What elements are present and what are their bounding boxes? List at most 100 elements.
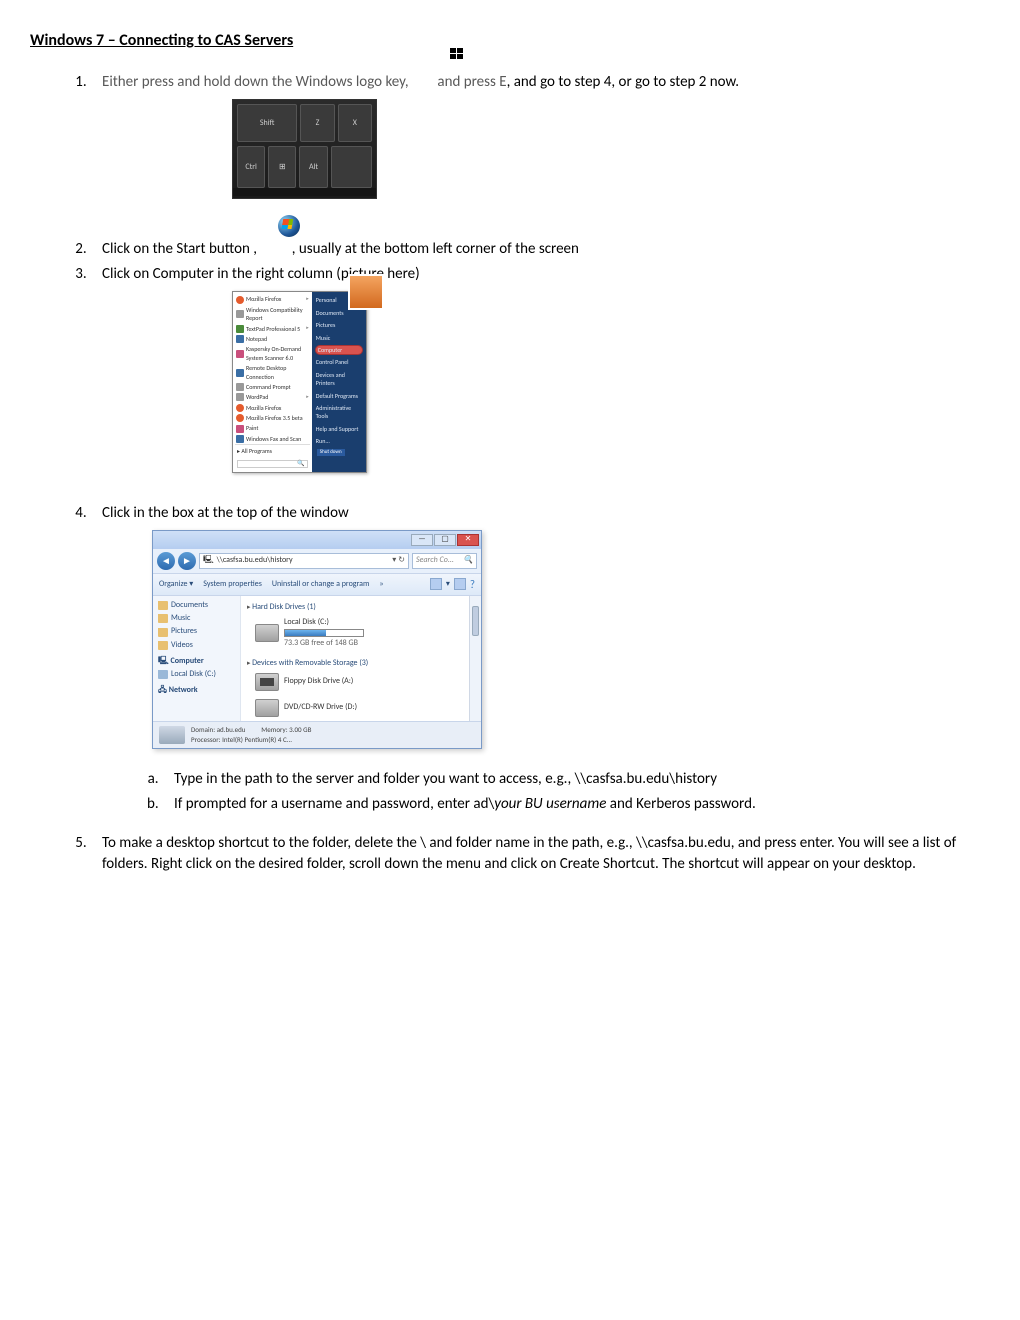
keyboard-photo: Shift Z X Ctrl ⊞ Alt	[232, 99, 377, 199]
search-placeholder: Search Co...	[416, 555, 454, 566]
windows-logo-icon	[450, 48, 464, 60]
computer-large-icon	[159, 726, 185, 744]
key-alt: Alt	[299, 146, 327, 188]
nav-row: ◄ ► 🖳 \\casfsa.bu.edu\history ▾↻ Search …	[153, 549, 481, 574]
window-chrome: — ▢ ✕	[153, 531, 481, 549]
nav-item[interactable]: Music	[155, 612, 238, 625]
computer-icon: 🖳	[203, 555, 214, 566]
start-menu-item: Music	[315, 332, 363, 344]
step-3: Click on Computer in the right column (p…	[90, 264, 990, 472]
view-dropdown-icon[interactable]: ▾	[446, 579, 450, 590]
drive-free-space: 73.3 GB free of 148 GB	[284, 638, 364, 649]
nav-item[interactable]: Local Disk (C:)	[155, 668, 238, 681]
start-menu-program: Windows Compatibility Report	[235, 305, 310, 324]
drive-dvd[interactable]: DVD/CD-RW Drive (D:)	[247, 697, 475, 723]
start-menu-item: Devices and Printers	[315, 369, 363, 390]
start-menu-program: TextPad Professional 5▸	[235, 324, 310, 334]
key-space	[331, 146, 372, 188]
hdd-icon	[255, 624, 279, 642]
start-menu-program: Paint	[235, 423, 310, 433]
start-menu-program: Notepad	[235, 334, 310, 344]
search-icon: 🔍	[463, 555, 473, 566]
step-4b: If prompted for a username and password,…	[162, 794, 990, 815]
step-2: Click on the Start button , , usually at…	[90, 239, 990, 260]
start-menu-item: Administrative Tools	[315, 402, 363, 423]
drive-label: Local Disk (C:)	[284, 617, 364, 628]
step-4b-post: and Kerberos password.	[606, 795, 755, 813]
drive-local-c[interactable]: Local Disk (C:) 73.3 GB free of 148 GB	[247, 615, 475, 655]
key-shift: Shift	[237, 104, 297, 142]
scrollbar-thumb[interactable]	[472, 606, 479, 636]
refresh-icon[interactable]: ↻	[398, 555, 405, 566]
floppy-icon	[255, 673, 279, 691]
start-menu-search: 🔍	[237, 460, 308, 468]
start-menu-computer-highlighted: Computer	[315, 345, 363, 355]
step-4a-text: Type in the path to the server and folde…	[174, 770, 575, 788]
main-steps-list: Either press and hold down the Windows l…	[30, 72, 990, 874]
help-icon[interactable]: ?	[470, 577, 475, 592]
preview-pane-icon[interactable]	[454, 578, 466, 590]
step-1: Either press and hold down the Windows l…	[90, 72, 990, 199]
drive-usage-bar	[284, 629, 364, 637]
start-menu-item: Help and Support	[315, 423, 363, 435]
key-ctrl: Ctrl	[237, 146, 265, 188]
organize-menu[interactable]: Organize ▾	[159, 579, 193, 590]
start-menu-screenshot: Mozilla Firefox▸ Windows Compatibility R…	[232, 291, 367, 472]
nav-header-network[interactable]: 🖧 Network	[155, 683, 238, 697]
start-menu-program: WordPad▸	[235, 392, 310, 402]
start-menu-program: Kaspersky On-Demand System Scanner 6.0	[235, 344, 310, 363]
nav-item[interactable]: Pictures	[155, 625, 238, 638]
content-pane: Hard Disk Drives (1) Local Disk (C:) 73.…	[241, 596, 481, 721]
start-menu-item: Default Programs	[315, 390, 363, 402]
uninstall-program-button[interactable]: Uninstall or change a program	[272, 579, 370, 590]
path-example: \\casfsa.bu.edu\history	[575, 770, 717, 788]
drive-label: Floppy Disk Drive (A:)	[284, 676, 353, 687]
step-5: To make a desktop shortcut to the folder…	[90, 833, 990, 875]
step-1-text-post: , and go to step 4, or go to step 2 now.	[507, 73, 740, 91]
start-menu-right-pane: Personal Documents Pictures Music Comput…	[312, 292, 366, 471]
step-4a: Type in the path to the server and folde…	[162, 769, 990, 790]
step-5-text: To make a desktop shortcut to the folder…	[102, 834, 956, 873]
minimize-button[interactable]: —	[411, 534, 433, 546]
nav-pane: Documents Music Pictures Videos 🖳 Comput…	[153, 596, 241, 721]
back-button[interactable]: ◄	[157, 552, 175, 570]
address-dropdown-icon[interactable]: ▾	[392, 555, 396, 566]
start-menu-program: Mozilla Firefox▸	[235, 294, 310, 304]
nav-header-computer[interactable]: 🖳 Computer	[155, 654, 238, 668]
address-text: \\casfsa.bu.edu\history	[217, 555, 293, 566]
start-menu-left-pane: Mozilla Firefox▸ Windows Compatibility R…	[233, 292, 312, 471]
toolbar-overflow[interactable]: »	[379, 579, 383, 590]
view-icon[interactable]	[430, 578, 442, 590]
step-2-text-post: , usually at the bottom left corner of t…	[292, 240, 579, 258]
forward-button[interactable]: ►	[178, 552, 196, 570]
drive-floppy[interactable]: Floppy Disk Drive (A:)	[247, 671, 475, 697]
step-4b-pre: If prompted for a username and password,…	[174, 795, 494, 813]
start-menu-item: Pictures	[315, 319, 363, 331]
step-4-text: Click in the box at the top of the windo…	[102, 504, 349, 522]
address-bar[interactable]: 🖳 \\casfsa.bu.edu\history ▾↻	[199, 553, 409, 569]
maximize-button[interactable]: ▢	[434, 534, 456, 546]
step-1-text-mid: and press E	[437, 73, 506, 91]
details-pane: Domain: ad.bu.edu Memory: 3.00 GB Proces…	[153, 721, 481, 748]
start-menu-item: Control Panel	[315, 356, 363, 368]
group-header-hdd[interactable]: Hard Disk Drives (1)	[247, 600, 475, 615]
start-menu-program: Command Prompt	[235, 382, 310, 392]
shutdown-button: Shut down	[316, 448, 346, 457]
group-header-removable[interactable]: Devices with Removable Storage (3)	[247, 656, 475, 671]
system-properties-button[interactable]: System properties	[203, 579, 262, 590]
sub-steps-list: Type in the path to the server and folde…	[102, 769, 990, 815]
explorer-window-screenshot: — ▢ ✕ ◄ ► 🖳 \\casfsa.bu.edu\history ▾↻ S…	[152, 530, 482, 749]
search-box[interactable]: Search Co... 🔍	[412, 553, 477, 569]
close-button[interactable]: ✕	[457, 534, 479, 546]
drive-label: DVD/CD-RW Drive (D:)	[284, 702, 357, 713]
step-4b-placeholder: your BU username	[494, 795, 606, 813]
nav-item[interactable]: Videos	[155, 639, 238, 652]
start-menu-program: Mozilla Firefox	[235, 403, 310, 413]
nav-item[interactable]: Documents	[155, 599, 238, 612]
page-title: Windows 7 – Connecting to CAS Servers	[30, 30, 990, 52]
start-menu-program: Windows Fax and Scan	[235, 434, 310, 444]
start-orb-icon	[278, 215, 300, 237]
key-windows: ⊞	[268, 146, 296, 188]
key-z: Z	[300, 104, 334, 142]
scrollbar[interactable]	[469, 596, 481, 721]
